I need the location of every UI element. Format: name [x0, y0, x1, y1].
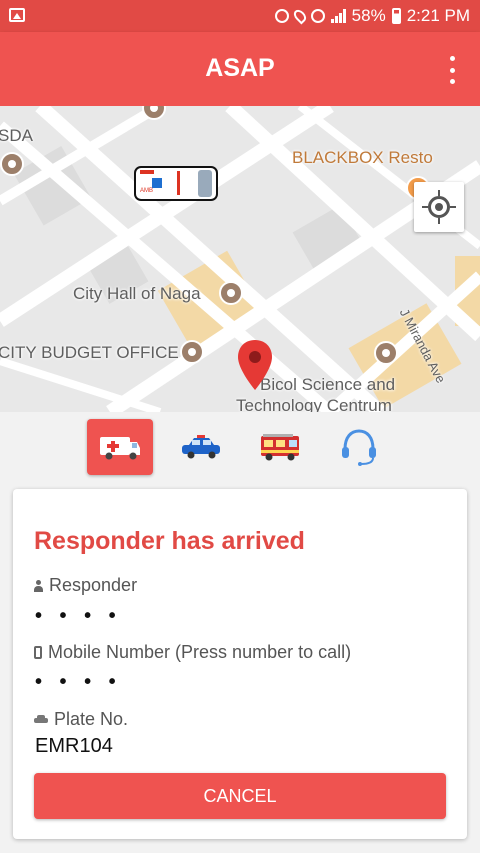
map-label-city-hall: City Hall of Naga — [73, 284, 201, 303]
battery-percent: 58% — [351, 6, 386, 25]
tab-police[interactable] — [168, 419, 234, 475]
gallery-notification-icon — [9, 8, 25, 22]
responder-label-row: Responder — [34, 575, 137, 596]
tab-ambulance[interactable] — [87, 419, 153, 475]
responder-card: Responder has arrived Responder • • • • … — [13, 489, 467, 839]
status-bar: 58% 2:21 PM — [0, 0, 480, 32]
map-poi-icon[interactable] — [0, 152, 24, 176]
app-title: ASAP — [205, 54, 275, 82]
my-location-button[interactable] — [414, 182, 464, 232]
car-icon — [34, 714, 48, 725]
request-panel: Responder has arrived Responder • • • • … — [0, 412, 480, 853]
museum-icon[interactable] — [374, 341, 398, 365]
tab-fire[interactable] — [247, 419, 313, 475]
person-icon — [34, 579, 43, 592]
headset-icon — [342, 429, 376, 466]
svg-text:AMB: AMB — [140, 188, 153, 194]
map-label-bicol-science-2: Technology Centrum — [236, 396, 392, 412]
responder-label: Responder — [49, 575, 138, 595]
status-icons: 58% 2:21 PM — [274, 6, 470, 26]
overflow-menu-icon[interactable] — [448, 56, 456, 84]
signal-icon — [330, 9, 346, 23]
fire-truck-icon — [261, 434, 299, 461]
map-label-sda: SDA — [0, 126, 33, 145]
plate-label: Plate No. — [54, 709, 129, 729]
mobile-number-value[interactable]: • • • • — [35, 671, 122, 694]
battery-icon — [391, 8, 401, 24]
map-label-blackbox-resto: BLACKBOX Resto — [292, 148, 433, 167]
app-bar: ASAP — [0, 32, 480, 106]
mobile-label-row: Mobile Number (Press number to call) — [34, 642, 351, 663]
plate-value: EMR104 — [35, 735, 113, 757]
map-view[interactable]: SDA BLACKBOX Resto City Hall of Naga CIT… — [0, 106, 480, 412]
data-saver-icon — [274, 9, 289, 23]
responder-value: • • • • — [35, 605, 122, 627]
map-label-bicol-science: Bicol Science and — [260, 375, 396, 394]
clock: 2:21 PM — [406, 6, 470, 25]
location-icon — [291, 7, 309, 25]
service-tabs — [0, 419, 480, 475]
map-label-budget-office: CITY BUDGET OFFICE — [0, 343, 179, 362]
mobile-label: Mobile Number (Press number to call) — [48, 642, 352, 662]
alarm-icon — [310, 9, 325, 23]
tab-hotline[interactable] — [326, 419, 392, 475]
phone-icon — [34, 646, 42, 659]
police-car-icon — [182, 435, 220, 459]
cancel-button[interactable]: CANCEL — [34, 773, 446, 819]
ambulance-icon — [100, 437, 140, 460]
responder-status-title: Responder has arrived — [34, 527, 305, 555]
plate-label-row: Plate No. — [34, 709, 128, 730]
budget-office-icon[interactable] — [180, 340, 204, 364]
city-hall-icon[interactable] — [219, 281, 243, 305]
